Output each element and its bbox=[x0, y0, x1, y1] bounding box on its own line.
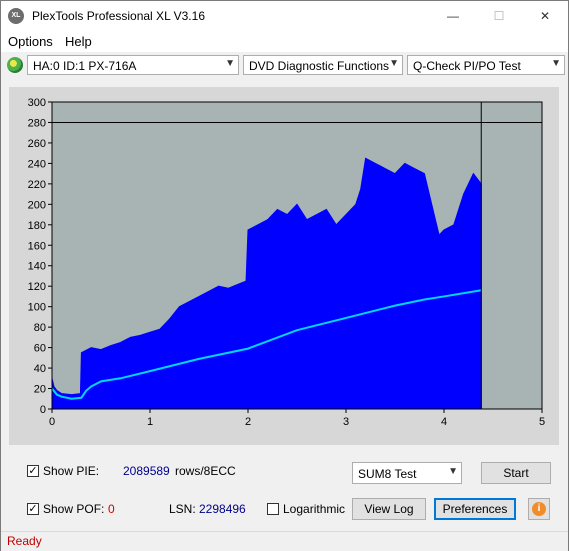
y-tick-label: 100 bbox=[28, 302, 46, 314]
show-pof-label: Show POF: bbox=[43, 502, 105, 516]
show-pie-checkbox[interactable]: ✓ bbox=[27, 465, 39, 477]
function-select-value: DVD Diagnostic Functions bbox=[249, 59, 390, 73]
y-tick-label: 280 bbox=[28, 117, 46, 129]
drive-select-value: HA:0 ID:1 PX-716A bbox=[33, 59, 137, 73]
x-tick-label: 0 bbox=[49, 416, 55, 428]
pi-po-chart: 0204060801001201401601802002202402602803… bbox=[28, 97, 545, 428]
y-tick-label: 220 bbox=[28, 179, 46, 191]
x-tick-label: 4 bbox=[441, 416, 447, 428]
status-bar: Ready bbox=[1, 531, 568, 551]
test-select[interactable]: Q-Check PI/PO Test ▼ bbox=[407, 55, 565, 75]
y-tick-label: 160 bbox=[28, 240, 46, 252]
chevron-down-icon: ▼ bbox=[389, 58, 399, 69]
chart-panel: 0 20 40 60 80 100 120 140 160 180 200 220 240 260 280 3… bbox=[9, 87, 559, 445]
disc-icon bbox=[7, 57, 23, 73]
x-tick-label: 3 bbox=[343, 416, 349, 428]
y-tick-label: 140 bbox=[28, 261, 46, 273]
x-tick-label: 1 bbox=[147, 416, 153, 428]
pie-value: 2089589 bbox=[123, 464, 170, 478]
pie-unit: rows/8ECC bbox=[175, 464, 236, 478]
logarithmic-checkbox[interactable] bbox=[267, 503, 279, 515]
y-tick-label: 40 bbox=[34, 363, 46, 375]
status-text: Ready bbox=[7, 534, 42, 548]
start-button[interactable]: Start bbox=[481, 462, 551, 484]
sum-mode-select[interactable]: SUM8 Test ▼ bbox=[352, 462, 462, 484]
y-tick-label: 60 bbox=[34, 343, 46, 355]
y-tick-label: 80 bbox=[34, 322, 46, 334]
view-log-button[interactable]: View Log bbox=[352, 498, 426, 520]
y-tick-label: 120 bbox=[28, 281, 46, 293]
chevron-down-icon: ▼ bbox=[225, 58, 235, 69]
test-select-value: Q-Check PI/PO Test bbox=[413, 59, 521, 73]
app-window: XL PlexTools Professional XL V3.16 — ☐ ✕… bbox=[0, 0, 569, 551]
window-title: PlexTools Professional XL V3.16 bbox=[32, 9, 205, 23]
pof-value: 0 bbox=[108, 502, 115, 516]
y-tick-label: 180 bbox=[28, 220, 46, 232]
controls-panel: ✓ Show PIE: 2089589 rows/8ECC SUM8 Test … bbox=[9, 451, 559, 527]
app-icon: XL bbox=[8, 8, 24, 24]
lsn-value: 2298496 bbox=[199, 502, 246, 516]
y-tick-label: 20 bbox=[34, 384, 46, 396]
title-bar[interactable]: XL PlexTools Professional XL V3.16 — ☐ ✕ bbox=[1, 1, 568, 31]
drive-select[interactable]: HA:0 ID:1 PX-716A ▼ bbox=[27, 55, 239, 75]
y-tick-label: 300 bbox=[28, 97, 46, 109]
maximize-button[interactable]: ☐ bbox=[476, 1, 522, 31]
x-tick-label: 5 bbox=[539, 416, 545, 428]
function-select[interactable]: DVD Diagnostic Functions ▼ bbox=[243, 55, 403, 75]
minimize-button[interactable]: — bbox=[430, 1, 476, 31]
show-pie-label: Show PIE: bbox=[43, 464, 100, 478]
x-tick-label: 2 bbox=[245, 416, 251, 428]
sum-mode-value: SUM8 Test bbox=[358, 467, 417, 481]
menu-help[interactable]: Help bbox=[65, 34, 92, 49]
logarithmic-label: Logarithmic bbox=[283, 502, 346, 516]
lsn-label: LSN: bbox=[169, 502, 196, 516]
preferences-button[interactable]: Preferences bbox=[434, 498, 516, 520]
menu-options[interactable]: Options bbox=[8, 34, 53, 49]
toolbar: HA:0 ID:1 PX-716A ▼ DVD Diagnostic Funct… bbox=[1, 53, 568, 79]
chevron-down-icon: ▼ bbox=[448, 466, 458, 477]
y-tick-label: 240 bbox=[28, 158, 46, 170]
y-tick-label: 260 bbox=[28, 138, 46, 150]
info-icon: i bbox=[532, 502, 546, 516]
close-button[interactable]: ✕ bbox=[522, 1, 568, 31]
chevron-down-icon: ▼ bbox=[551, 58, 561, 69]
show-pof-checkbox[interactable]: ✓ bbox=[27, 503, 39, 515]
y-tick-label: 0 bbox=[40, 404, 46, 416]
info-button[interactable]: i bbox=[528, 498, 550, 520]
menu-bar: Options Help bbox=[1, 31, 568, 52]
y-tick-label: 200 bbox=[28, 199, 46, 211]
